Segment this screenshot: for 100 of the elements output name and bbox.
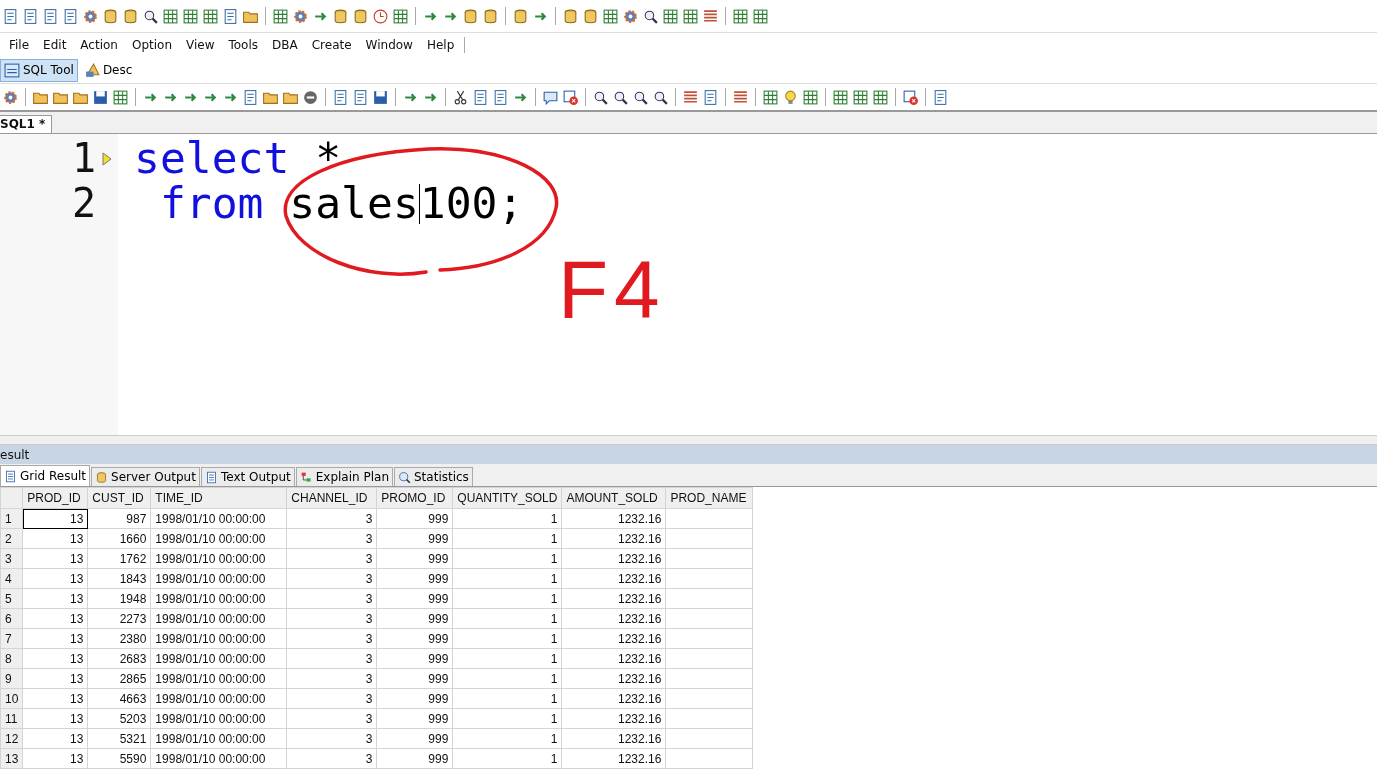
table-cell: 13 (22, 628, 88, 649)
tool-tab[interactable]: SQL Tool (0, 58, 78, 82)
row-number: 9 (0, 668, 23, 689)
column-header[interactable]: CHANNEL_ID (286, 487, 377, 509)
table-cell: 13 (22, 648, 88, 669)
error-icon[interactable] (562, 88, 579, 106)
table-cell: 999 (376, 748, 453, 769)
table-cell: 1762 (87, 548, 151, 569)
light-bulb-icon[interactable] (782, 88, 799, 106)
menu-item[interactable]: Window (358, 38, 420, 52)
table-cell: 13 (22, 588, 88, 609)
table-cell: 2380 (87, 628, 151, 649)
column-header[interactable]: PROD_NAME (665, 487, 753, 509)
sql-keyword: from (158, 181, 264, 226)
menu-item[interactable]: Option (124, 38, 179, 52)
table-cell: 13 (22, 668, 88, 689)
result-tab[interactable]: Grid Result (0, 465, 91, 486)
panel-title: esult (0, 447, 30, 462)
menu-item[interactable]: Edit (36, 38, 74, 52)
document-icon[interactable] (62, 7, 79, 25)
menu-item[interactable]: Create (304, 38, 359, 52)
table-cell: 13 (22, 708, 88, 729)
result-tab[interactable]: Server Output (91, 467, 200, 486)
table-cell: 2865 (87, 668, 151, 689)
menu-item[interactable]: DBA (265, 38, 305, 52)
gear-icon[interactable] (2, 88, 19, 106)
column-header[interactable]: AMOUNT_SOLD (561, 487, 666, 509)
table-cell: 3 (286, 528, 377, 549)
row-number: 4 (0, 568, 23, 589)
table-cell: 4663 (87, 688, 151, 709)
column-header[interactable]: PROMO_ID (376, 487, 453, 509)
document-icon[interactable] (472, 88, 489, 106)
table-cell: 1 (452, 628, 562, 649)
table-cell: 13 (22, 528, 88, 549)
document-icon[interactable] (492, 88, 509, 106)
code-text: 100; (419, 181, 524, 226)
table-cell: 999 (376, 508, 453, 529)
table-cell: 1998/01/10 00:00:00 (150, 608, 287, 629)
menu-item[interactable]: File (2, 38, 37, 52)
table-cell: 5590 (87, 748, 151, 769)
table-cell: 1232.16 (561, 748, 666, 769)
table-cell: 3 (286, 708, 377, 729)
table-cell: 1998/01/10 00:00:00 (150, 648, 287, 669)
code-text: sales (288, 181, 419, 226)
document-icon[interactable] (222, 7, 239, 25)
result-tab[interactable]: Explain Plan (295, 467, 393, 486)
clock-icon[interactable] (372, 7, 389, 25)
table-cell: 1232.16 (561, 688, 666, 709)
handwritten-label: F4 (558, 249, 666, 331)
document-icon[interactable] (702, 88, 719, 106)
menu-item[interactable]: View (179, 38, 222, 52)
document-icon[interactable] (332, 88, 349, 106)
document-icon[interactable] (352, 88, 369, 106)
document-icon[interactable] (932, 88, 949, 106)
table-cell: 1232.16 (561, 508, 666, 529)
column-header[interactable]: TIME_ID (150, 487, 287, 509)
table-cell: 3 (286, 628, 377, 649)
row-number: 2 (0, 528, 23, 549)
editor-tab[interactable]: SQL1 * (0, 115, 53, 133)
table-cell: 999 (376, 668, 453, 689)
document-icon[interactable] (242, 88, 259, 106)
table-cell: 2683 (87, 648, 151, 669)
column-header[interactable]: QUANTITY_SOLD (452, 487, 562, 509)
menu-item[interactable]: Action (73, 38, 125, 52)
table-cell: 1998/01/10 00:00:00 (150, 548, 287, 569)
row-number: 10 (0, 688, 23, 709)
column-header[interactable]: CUST_ID (87, 487, 151, 509)
table-cell: 1998/01/10 00:00:00 (150, 628, 287, 649)
gear-icon[interactable] (82, 7, 99, 25)
error-icon[interactable] (902, 88, 919, 106)
tool-tab[interactable]: Desc (79, 58, 137, 82)
column-header[interactable]: PROD_ID (22, 487, 88, 509)
menu-item[interactable]: Tools (221, 38, 266, 52)
table-cell: 1232.16 (561, 568, 666, 589)
gear-icon[interactable] (622, 7, 639, 25)
gear-icon[interactable] (292, 7, 309, 25)
document-icon[interactable] (42, 7, 59, 25)
table-cell: 999 (376, 608, 453, 629)
document-icon (4, 469, 17, 483)
stop-icon[interactable] (302, 88, 319, 106)
list-icon[interactable] (732, 88, 749, 106)
document-icon[interactable] (22, 7, 39, 25)
row-number: 5 (0, 588, 23, 609)
table-cell: 13 (22, 728, 88, 749)
scissors-icon[interactable] (452, 88, 469, 106)
result-tab[interactable]: Statistics (394, 467, 473, 486)
table-cell: 1232.16 (561, 648, 666, 669)
document-icon[interactable] (2, 7, 19, 25)
table-cell: 999 (376, 588, 453, 609)
table-cell: 3 (286, 688, 377, 709)
table-cell: 999 (376, 628, 453, 649)
table-cell: 1 (452, 568, 562, 589)
list-icon[interactable] (702, 7, 719, 25)
result-tab[interactable]: Text Output (200, 467, 295, 486)
table-cell: 1232.16 (561, 588, 666, 609)
table-cell: 13 (22, 608, 88, 629)
table-cell: 1232.16 (561, 528, 666, 549)
menu-item[interactable]: Help (419, 38, 462, 52)
document-icon (204, 470, 218, 484)
list-icon[interactable] (682, 88, 699, 106)
